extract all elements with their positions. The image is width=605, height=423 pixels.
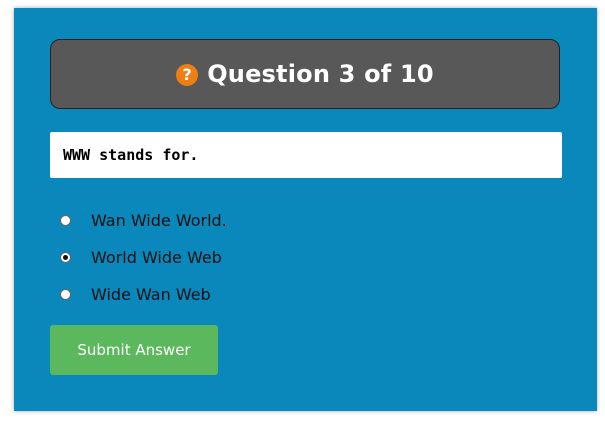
answer-option-2[interactable]: World Wide Web (60, 239, 227, 276)
question-header: ? Question 3 of 10 (50, 39, 560, 109)
answer-options: Wan Wide World. World Wide Web Wide Wan … (60, 202, 227, 313)
answer-radio-2[interactable] (60, 252, 71, 263)
answer-label-3[interactable]: Wide Wan Web (91, 285, 211, 304)
answer-radio-1[interactable] (60, 215, 71, 226)
answer-radio-3[interactable] (60, 289, 71, 300)
answer-option-3[interactable]: Wide Wan Web (60, 276, 227, 313)
question-counter-title: Question 3 of 10 (207, 60, 434, 88)
answer-option-1[interactable]: Wan Wide World. (60, 202, 227, 239)
answer-label-2[interactable]: World Wide Web (91, 248, 222, 267)
question-box: WWW stands for. (50, 132, 562, 178)
help-icon: ? (176, 64, 199, 86)
answer-label-1[interactable]: Wan Wide World. (91, 211, 227, 230)
quiz-panel: ? Question 3 of 10 WWW stands for. Wan W… (14, 8, 597, 411)
submit-answer-button[interactable]: Submit Answer (50, 325, 218, 375)
question-text: WWW stands for. (63, 146, 199, 164)
